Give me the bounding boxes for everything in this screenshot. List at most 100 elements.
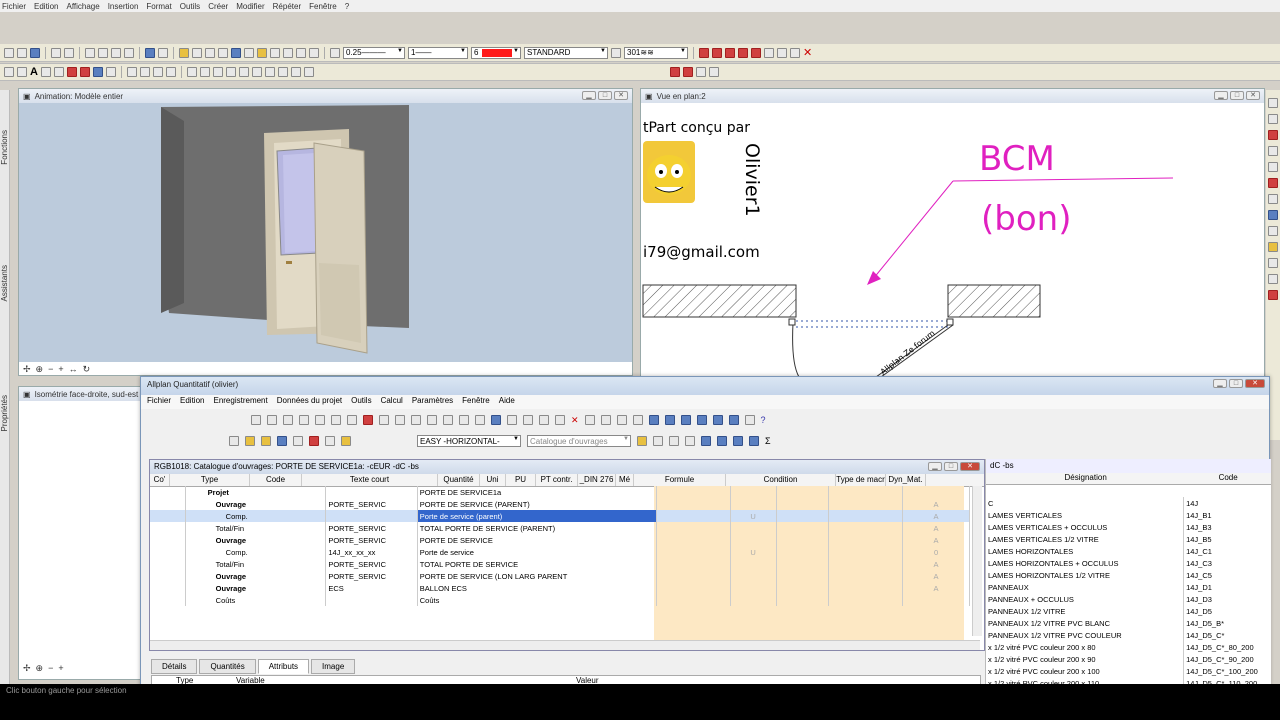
r-icon-3[interactable]	[1268, 130, 1278, 140]
close-button[interactable]: ✕	[1246, 91, 1260, 100]
q-menu-item[interactable]: Paramètres	[412, 396, 453, 408]
r-icon-4[interactable]	[1268, 146, 1278, 156]
dimension-icon[interactable]	[40, 67, 51, 77]
right-list-row[interactable]: x 1/2 vitré PVC couleur 200 x 90 14J_D5_C…	[986, 653, 1271, 665]
q-icon-3[interactable]	[283, 415, 293, 425]
q-menu-item[interactable]: Enregistrement	[213, 396, 267, 408]
q-first-icon[interactable]	[712, 415, 723, 425]
right-list-row[interactable]: LAMES VERTICALES + OCCULUS 14J_B3	[986, 521, 1271, 533]
catalog-hscroll[interactable]	[150, 640, 980, 650]
redo-icon[interactable]	[158, 47, 168, 58]
layout2-icon[interactable]	[199, 67, 210, 77]
catalog-col-header[interactable]: Type de macr	[836, 474, 886, 486]
catalog-row[interactable]: Coûts Coûts	[150, 594, 970, 606]
layer-icon[interactable]	[192, 47, 202, 58]
layout-icon[interactable]	[186, 67, 197, 77]
menu-item[interactable]: Outils	[180, 2, 200, 12]
q2-icon-12[interactable]	[717, 436, 727, 446]
q-icon-15[interactable]	[475, 415, 485, 425]
q2-icon-10[interactable]	[685, 436, 695, 446]
catalog-vscroll[interactable]	[972, 486, 982, 636]
q-icon-2[interactable]	[267, 415, 277, 425]
area-icon[interactable]	[53, 67, 64, 77]
catalogue-select[interactable]: Catalogue d'ouvrages ▼	[527, 435, 631, 447]
q-icon-10[interactable]	[395, 415, 405, 425]
text-icon[interactable]: A	[30, 66, 38, 78]
hatch-icon[interactable]	[105, 67, 116, 77]
pen-icon[interactable]	[330, 47, 340, 58]
right-list-row[interactable]: LAMES VERTICALES 14J_B1	[986, 509, 1271, 521]
nav-minus-icon[interactable]: −	[48, 364, 53, 375]
network-icon[interactable]	[205, 47, 215, 58]
tool-d-icon[interactable]	[708, 67, 719, 77]
c-maximize-button[interactable]: □	[944, 462, 958, 471]
catalog-col-header[interactable]: Mé	[616, 474, 634, 486]
q-up2-icon[interactable]	[664, 415, 675, 425]
q2-icon-9[interactable]	[669, 436, 679, 446]
q2-icon-1[interactable]	[229, 436, 239, 446]
iso-minus-icon[interactable]: −	[48, 663, 53, 674]
r-icon-10[interactable]	[1268, 242, 1278, 252]
q-icon-18[interactable]	[523, 415, 533, 425]
q-icon-16[interactable]	[491, 415, 501, 425]
print-icon[interactable]	[51, 47, 61, 58]
window3-icon[interactable]	[790, 47, 800, 58]
q2-icon-3[interactable]	[261, 436, 271, 446]
q-down2-icon[interactable]	[696, 415, 707, 425]
maximize-button[interactable]: □	[598, 91, 612, 100]
q-icon-24[interactable]	[632, 415, 643, 425]
render-icon[interactable]	[309, 47, 319, 58]
r-icon-12[interactable]	[1268, 274, 1278, 284]
c-close-button[interactable]: ✕	[960, 462, 980, 471]
tab-attributs[interactable]: Attributs	[257, 659, 310, 674]
format-painter-icon[interactable]	[124, 47, 134, 58]
iso-zoom-icon[interactable]: ✢	[23, 663, 31, 674]
catalog-row[interactable]: Comp. 14J_xx_xx_xx Porte de service U 0	[150, 546, 970, 558]
q-icon-22[interactable]	[600, 415, 611, 425]
nav-pan-icon[interactable]: ⊕	[36, 364, 44, 375]
layout9-icon[interactable]	[290, 67, 301, 77]
side-tab-assistants[interactable]: Assistants	[0, 265, 9, 301]
q-menu-item[interactable]: Données du projet	[277, 396, 342, 408]
q2-icon-13[interactable]	[733, 436, 743, 446]
r-icon-1[interactable]	[1268, 98, 1278, 108]
r-icon-8[interactable]	[1268, 210, 1278, 220]
tool-a-icon[interactable]	[669, 67, 680, 77]
cut-icon[interactable]	[85, 47, 95, 58]
catalog-col-header[interactable]: Formule	[634, 474, 726, 486]
preview-icon[interactable]	[64, 47, 74, 58]
window2-icon[interactable]	[777, 47, 787, 58]
menu-item[interactable]: Fenêtre	[309, 2, 337, 12]
cursor-icon[interactable]	[4, 67, 14, 77]
right-list-row[interactable]: x 1/2 vitré PVC couleur 200 x 100 14J_D5_…	[986, 665, 1271, 677]
pen-thickness-select[interactable]: 0.25 ——— ▼	[343, 46, 405, 59]
paste-icon[interactable]	[111, 47, 121, 58]
q-menu-item[interactable]: Outils	[351, 396, 371, 408]
q-icon-6[interactable]	[331, 415, 341, 425]
tools-icon[interactable]	[270, 47, 280, 58]
copy-icon[interactable]	[98, 47, 108, 58]
nav-zoom-icon[interactable]: ✢	[23, 364, 31, 375]
catalog-col-header[interactable]: _DIN 276	[578, 474, 616, 486]
open-icon[interactable]	[17, 47, 27, 58]
edit-icon[interactable]	[17, 67, 27, 77]
q2-icon-4[interactable]	[277, 436, 287, 446]
measure-icon[interactable]	[179, 47, 189, 58]
q2-icon-8[interactable]	[653, 436, 663, 446]
q-icon-14[interactable]	[459, 415, 469, 425]
r-icon-7[interactable]	[1268, 194, 1278, 204]
catalog-col-header[interactable]: Type	[170, 474, 250, 486]
side-tab-fonctions[interactable]: Fonctions	[0, 130, 9, 165]
catalog-col-header[interactable]: Co'	[150, 474, 170, 486]
snap3-icon[interactable]	[725, 47, 735, 58]
right-list-row[interactable]: PANNEAUX 14J_D1	[986, 581, 1271, 593]
menu-item[interactable]: Edition	[34, 2, 58, 12]
right-list-row[interactable]: PANNEAUX 1/2 VITRE 14J_D5	[986, 605, 1271, 617]
catalog-col-header[interactable]: Texte court	[302, 474, 438, 486]
list-icon[interactable]	[218, 47, 228, 58]
q-delete-icon[interactable]: ✕	[571, 415, 579, 426]
snap4-icon[interactable]	[738, 47, 748, 58]
q-last-icon[interactable]	[728, 415, 739, 425]
undo-icon[interactable]	[145, 47, 155, 58]
q-minimize-button[interactable]: ▁	[1213, 379, 1227, 388]
